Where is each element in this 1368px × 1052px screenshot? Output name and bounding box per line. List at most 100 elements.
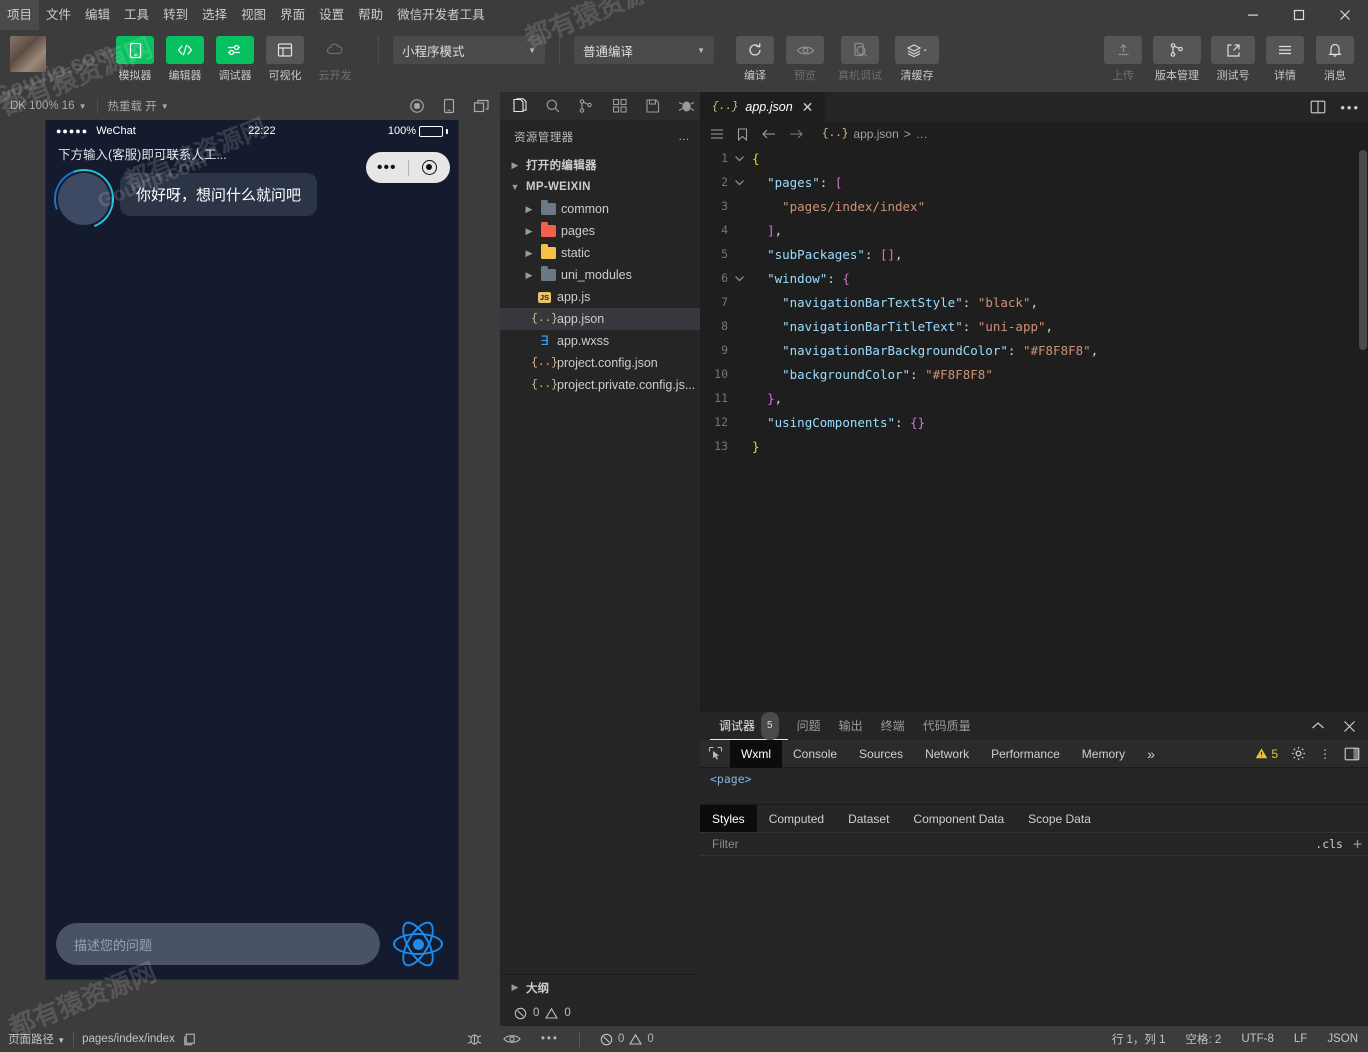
toolbar-version-button[interactable]: 版本管理 — [1149, 36, 1205, 83]
code-line[interactable]: 4 ], — [700, 218, 1368, 242]
tree-item-app-js[interactable]: JS app.js — [500, 286, 700, 308]
subtab-component-data[interactable]: Component Data — [901, 805, 1016, 833]
tree-item-app-json[interactable]: {..} app.json — [500, 308, 700, 330]
tree-item-project-config[interactable]: {..} project.config.json — [500, 352, 700, 374]
toolbar-upload-button[interactable]: 上传 — [1099, 36, 1147, 83]
subtab-styles[interactable]: Styles — [700, 804, 757, 833]
menu-item-file[interactable]: 文件 — [39, 0, 78, 30]
cursor-position[interactable]: 行 1，列 1 — [1112, 1031, 1166, 1047]
devtools-panel-console[interactable]: Console — [782, 740, 848, 768]
devtools-panel-network[interactable]: Network — [914, 740, 980, 768]
explorer-more-icon[interactable]: … — [678, 131, 690, 143]
subtab-computed[interactable]: Computed — [757, 805, 836, 833]
element-picker-icon[interactable] — [700, 746, 730, 761]
menu-item-view[interactable]: 视图 — [234, 0, 273, 30]
page-path-selector[interactable]: 页面路径 ▼ — [8, 1031, 65, 1047]
code-line[interactable]: 10 "backgroundColor": "#F8F8F8" — [700, 362, 1368, 386]
toolbar-clear-cache-button[interactable]: 清缓存 — [891, 36, 943, 83]
close-icon[interactable]: ✕ — [800, 99, 816, 116]
forward-icon[interactable] — [789, 128, 804, 140]
outline-toggle-icon[interactable] — [710, 128, 724, 140]
maximize-button[interactable] — [1276, 0, 1322, 30]
tree-item-uni-modules[interactable]: ▶ uni_modules — [500, 264, 700, 286]
menu-item-interface[interactable]: 界面 — [273, 0, 312, 30]
tree-section-open-editors[interactable]: ▶ 打开的编辑器 — [500, 154, 700, 176]
subtab-dataset[interactable]: Dataset — [836, 805, 901, 833]
extensions-icon[interactable] — [606, 94, 633, 118]
explorer-problems[interactable]: 0 0 — [500, 1000, 700, 1026]
menu-item-settings[interactable]: 设置 — [312, 0, 351, 30]
code-line[interactable]: 13} — [700, 434, 1368, 458]
line-ending[interactable]: LF — [1294, 1033, 1307, 1045]
toolbar-testid-button[interactable]: 测试号 — [1207, 36, 1259, 83]
devtools-tab-problems[interactable]: 问题 — [788, 712, 830, 740]
toolbar-message-button[interactable]: 消息 — [1311, 36, 1359, 83]
code-line[interactable]: 3 "pages/index/index" — [700, 194, 1368, 218]
toolbar-debugger-button[interactable]: 调试器 — [211, 36, 259, 83]
question-input[interactable]: 描述您的问题 — [56, 923, 380, 965]
code-line[interactable]: 2 "pages": [ — [700, 170, 1368, 194]
hot-reload-toggle[interactable]: 热重载 开 ▼ — [98, 98, 179, 114]
toolbar-preview-button[interactable]: 预览 — [781, 36, 829, 83]
detach-window-icon[interactable] — [473, 99, 490, 114]
tree-item-common[interactable]: ▶ common — [500, 198, 700, 220]
close-icon[interactable] — [1343, 720, 1356, 733]
devtools-panel-overflow[interactable]: » — [1136, 740, 1166, 768]
outline-section[interactable]: ▶ 大纲 — [500, 974, 700, 1000]
cls-button[interactable]: .cls — [1315, 837, 1343, 851]
toolbar-details-button[interactable]: 详情 — [1261, 36, 1309, 83]
user-avatar[interactable] — [10, 36, 46, 72]
menu-item-project[interactable]: 项目 — [0, 0, 40, 30]
menu-item-select[interactable]: 选择 — [195, 0, 234, 30]
tree-item-static[interactable]: ▶ static — [500, 242, 700, 264]
fold-chevron-icon[interactable] — [734, 177, 752, 188]
dock-side-icon[interactable] — [1344, 747, 1360, 761]
code-line[interactable]: 6 "window": { — [700, 266, 1368, 290]
more-icon[interactable]: ••• — [541, 1033, 559, 1045]
language-mode[interactable]: JSON — [1327, 1033, 1358, 1045]
editor-tab-app-json[interactable]: {..} app.json ✕ — [700, 92, 827, 122]
subtab-scope-data[interactable]: Scope Data — [1016, 805, 1103, 833]
breadcrumb-path[interactable]: {..} app.json > … — [822, 127, 928, 141]
files-icon[interactable] — [506, 94, 533, 118]
code-line[interactable]: 5 "subPackages": [], — [700, 242, 1368, 266]
tree-root-mp-weixin[interactable]: ▼ MP-WEIXIN — [500, 176, 700, 198]
menu-item-edit[interactable]: 编辑 — [78, 0, 117, 30]
status-problems[interactable]: 0 0 — [600, 1033, 654, 1046]
devtools-dom-strip[interactable]: <page> — [700, 768, 1368, 804]
devtools-tab-terminal[interactable]: 终端 — [872, 712, 914, 740]
tree-item-project-private-config[interactable]: {..} project.private.config.js... — [500, 374, 700, 396]
devtools-panel-memory[interactable]: Memory — [1071, 740, 1136, 768]
menu-item-help[interactable]: 帮助 — [351, 0, 390, 30]
code-line[interactable]: 1{ — [700, 146, 1368, 170]
phone-screen[interactable]: ●●●●● WeChat 22:22 100% 下方输入(客服)即可联系人工..… — [45, 120, 459, 980]
close-button[interactable] — [1322, 0, 1368, 30]
toolbar-visual-button[interactable]: 可视化 — [261, 36, 309, 83]
code-line[interactable]: 11 }, — [700, 386, 1368, 410]
eye-icon[interactable] — [503, 1033, 521, 1045]
tree-item-pages[interactable]: ▶ pages — [500, 220, 700, 242]
split-editor-icon[interactable] — [1310, 100, 1326, 114]
add-style-button[interactable]: + — [1353, 835, 1362, 853]
save-all-icon[interactable] — [639, 94, 666, 118]
devtools-panel-sources[interactable]: Sources — [848, 740, 914, 768]
bookmark-icon[interactable] — [737, 127, 748, 141]
indentation[interactable]: 空格: 2 — [1186, 1031, 1222, 1047]
devtools-panel-performance[interactable]: Performance — [980, 740, 1071, 768]
mode-select[interactable]: 小程序模式 ▼ — [393, 36, 545, 64]
more-vertical-icon[interactable]: ⋮ — [1319, 748, 1331, 760]
devtools-tab-output[interactable]: 输出 — [830, 712, 872, 740]
copy-icon[interactable] — [183, 1033, 196, 1046]
capsule-close-icon[interactable] — [409, 160, 451, 175]
toolbar-simulator-button[interactable]: 模拟器 — [111, 36, 159, 83]
search-icon[interactable] — [539, 94, 566, 118]
menu-item-goto[interactable]: 转到 — [156, 0, 195, 30]
more-actions-icon[interactable]: ••• — [1340, 100, 1360, 115]
toolbar-compile-button[interactable]: 编译 — [731, 36, 779, 83]
editor-scrollbar[interactable] — [1358, 146, 1368, 711]
minimize-button[interactable] — [1230, 0, 1276, 30]
code-line[interactable]: 8 "navigationBarTitleText": "uni-app", — [700, 314, 1368, 338]
tree-item-app-wxss[interactable]: ∃ app.wxss — [500, 330, 700, 352]
code-line[interactable]: 9 "navigationBarBackgroundColor": "#F8F8… — [700, 338, 1368, 362]
sdk-version-selector[interactable]: DK 100% 16 ▼ — [0, 100, 97, 112]
